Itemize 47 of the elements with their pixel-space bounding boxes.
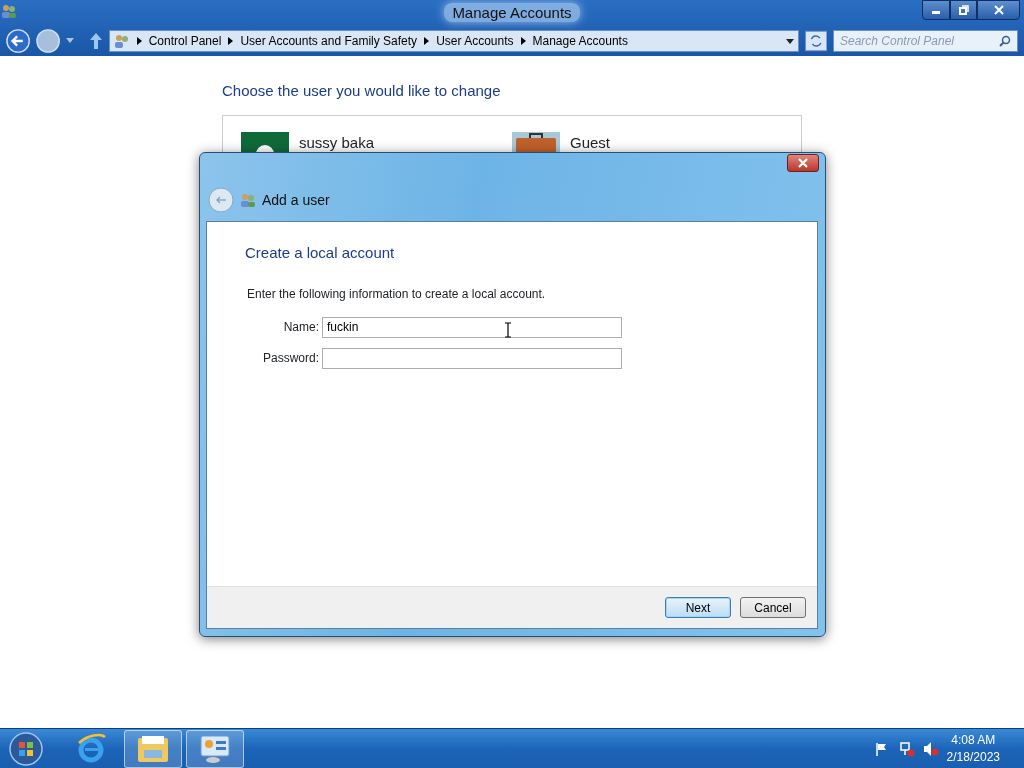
- user-accounts-icon: [240, 192, 256, 208]
- start-button[interactable]: [8, 730, 44, 767]
- chevron-icon[interactable]: [136, 37, 142, 45]
- restore-icon: [958, 5, 969, 15]
- search-icon: [999, 35, 1011, 47]
- instruction-text: Enter the following information to create a local account.: [247, 286, 546, 301]
- close-button[interactable]: [787, 154, 819, 172]
- up-arrow-icon[interactable]: [87, 32, 103, 50]
- user-avatar-icon: [241, 131, 289, 154]
- minimize-button[interactable]: [922, 0, 950, 20]
- name-field[interactable]: fuckin: [322, 316, 622, 338]
- breadcrumb-link[interactable]: Control Panel: [148, 32, 222, 50]
- window-title: Manage Accounts: [444, 3, 580, 22]
- search-placeholder: Search Control Panel: [839, 33, 955, 50]
- clock-time[interactable]: 4:08 AM: [946, 732, 1000, 749]
- folder-icon[interactable]: [124, 729, 182, 768]
- flag-icon[interactable]: [874, 741, 889, 756]
- password-field[interactable]: [322, 347, 622, 369]
- text-cursor-icon: [504, 322, 512, 338]
- dialog-title: Add a user: [262, 190, 330, 210]
- restore-button[interactable]: [950, 0, 977, 20]
- page-heading: Choose the user you would like to change: [222, 81, 502, 101]
- close-button[interactable]: [977, 0, 1020, 20]
- cancel-button[interactable]: Cancel: [740, 597, 806, 618]
- dialog-heading: Create a local account: [245, 243, 396, 263]
- muted-speaker-icon[interactable]: [922, 740, 939, 757]
- close-icon: [993, 5, 1004, 15]
- close-icon: [797, 158, 809, 168]
- address-bar[interactable]: Control Panel User Accounts and Family Safety User Accounts Manage Accounts: [108, 30, 799, 52]
- control-panel-icon: [113, 33, 130, 49]
- breadcrumb-link[interactable]: Manage Accounts: [532, 32, 628, 50]
- network-error-icon[interactable]: [898, 740, 915, 757]
- forward-button[interactable]: [36, 28, 61, 54]
- chevron-icon[interactable]: [424, 37, 430, 45]
- chevron-icon[interactable]: [520, 37, 526, 45]
- chevron-icon[interactable]: [228, 37, 234, 45]
- clock-date[interactable]: 2/18/2023: [946, 748, 1000, 765]
- suitcase-icon: [512, 131, 560, 154]
- breadcrumb-link[interactable]: User Accounts and Family Safety: [240, 32, 418, 50]
- dropdown-arrow-icon[interactable]: [785, 38, 794, 44]
- control-panel-icon[interactable]: [186, 729, 244, 768]
- next-button[interactable]: Next: [665, 597, 731, 618]
- breadcrumb-link[interactable]: User Accounts: [436, 32, 514, 50]
- field-label: Password:: [261, 350, 319, 367]
- field-label: Name:: [282, 319, 319, 336]
- user-accounts-icon: [1, 3, 17, 19]
- refresh-button[interactable]: [804, 30, 827, 52]
